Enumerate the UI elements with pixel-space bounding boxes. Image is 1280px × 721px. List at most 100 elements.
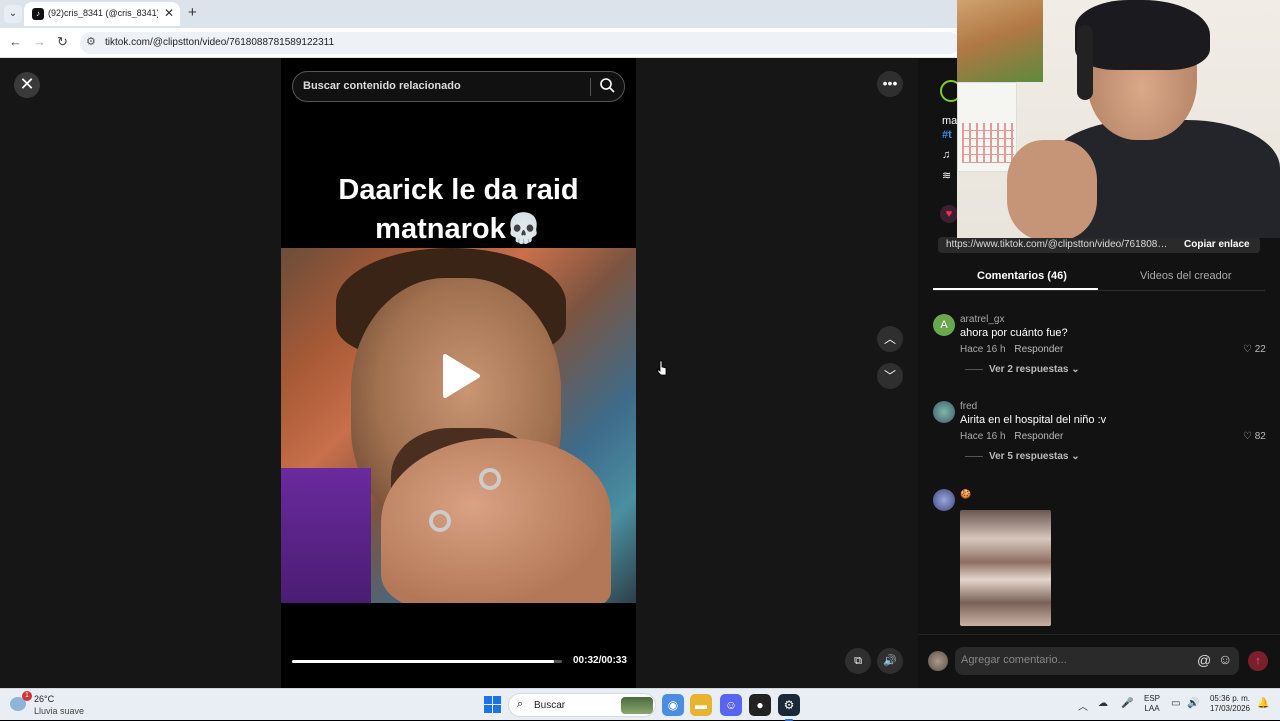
- webcam-overlay: [957, 0, 1280, 238]
- forward-icon[interactable]: →: [33, 34, 46, 49]
- user-avatar[interactable]: [928, 651, 948, 671]
- search-icon: ⌕: [517, 698, 524, 710]
- close-icon[interactable]: ✕: [14, 72, 40, 98]
- frame-hand: [381, 438, 611, 603]
- comment-image[interactable]: [960, 510, 1051, 626]
- frame-ring: [479, 468, 501, 490]
- effect-icon[interactable]: ≋: [942, 169, 951, 182]
- browser-tab[interactable]: ♪ (92)cris_8341 (@cris_8341) | Tik ✕: [24, 2, 180, 26]
- comment-username[interactable]: aratrel_gx: [960, 314, 1004, 325]
- weather-temperature[interactable]: 26°C: [34, 694, 54, 704]
- time-readout: 00:32/00:33: [573, 655, 627, 666]
- comment-time: Hace 16 h: [960, 344, 1006, 355]
- tab-list-icon[interactable]: ⌄: [4, 5, 22, 23]
- notification-icon[interactable]: 🔔: [1257, 698, 1269, 709]
- video-player[interactable]: Buscar contenido relacionado Daarick le …: [281, 58, 636, 688]
- comment-meta: Hace 16 h Responder: [960, 344, 1063, 355]
- calendar-grid: [962, 123, 1014, 163]
- chevron-down-icon[interactable]: ﹀: [877, 363, 903, 389]
- reply-button[interactable]: Responder: [1014, 344, 1063, 355]
- site-info-icon[interactable]: ⚙: [86, 35, 96, 48]
- tray-cloud-icon[interactable]: ☁: [1098, 698, 1108, 709]
- comment-input[interactable]: Agregar comentario... @ ☺: [955, 647, 1239, 675]
- back-icon[interactable]: ←: [9, 34, 22, 49]
- comment-avatar[interactable]: [933, 489, 955, 511]
- tab-comments[interactable]: Comentarios (46): [977, 270, 1067, 282]
- tab-close-icon[interactable]: ✕: [164, 6, 174, 20]
- omnibox[interactable]: ⚙ tiktok.com/@clipstton/video/7618088781…: [80, 32, 960, 54]
- progress-bar[interactable]: [292, 660, 562, 663]
- comment-likes[interactable]: ♡ 22: [1243, 344, 1266, 355]
- tab-creator-videos[interactable]: Videos del creador: [1140, 270, 1232, 282]
- language-code: ESP: [1144, 694, 1161, 703]
- more-icon[interactable]: •••: [877, 71, 903, 97]
- chrome-icon[interactable]: ◉: [662, 694, 684, 716]
- play-icon[interactable]: [441, 353, 481, 399]
- volume-icon[interactable]: 🔊: [877, 648, 903, 674]
- video-frame[interactable]: [281, 248, 636, 603]
- volume-tray-icon[interactable]: 🔊: [1187, 698, 1199, 709]
- search-divider: [590, 78, 591, 96]
- view-replies-button[interactable]: Ver 2 respuestas ⌄: [965, 364, 1080, 375]
- caption-line-2: matnarok💀: [375, 213, 542, 245]
- comment-avatar[interactable]: [933, 401, 955, 423]
- comment-username[interactable]: fred: [960, 401, 977, 412]
- heart-icon[interactable]: ♥: [940, 205, 958, 223]
- comment-likes[interactable]: ♡ 82: [1243, 431, 1266, 442]
- weather-condition[interactable]: Lluvia suave: [34, 706, 84, 716]
- url-text[interactable]: tiktok.com/@clipstton/video/761808878158…: [105, 37, 334, 48]
- comment-text: Airita en el hospital del niño :v: [960, 414, 1107, 426]
- file-explorer-icon[interactable]: ▬: [690, 694, 712, 716]
- frame-ring: [429, 510, 451, 532]
- steam-icon[interactable]: ⚙: [778, 694, 800, 721]
- clock-date: 17/03/2026: [1209, 704, 1250, 713]
- reload-icon[interactable]: ↻: [57, 34, 68, 50]
- comment-avatar[interactable]: A: [933, 314, 955, 336]
- view-replies-label: Ver 5 respuestas: [989, 451, 1069, 462]
- language-indicator[interactable]: ESP LAA: [1144, 694, 1160, 714]
- mention-icon[interactable]: @: [1197, 652, 1211, 668]
- microphone-icon[interactable]: 🎤: [1121, 698, 1133, 709]
- windows-start-icon[interactable]: [484, 696, 501, 713]
- comment-placeholder: Agregar comentario...: [961, 654, 1067, 666]
- comment-text: ahora por cuánto fue?: [960, 327, 1068, 339]
- view-replies-label: Ver 2 respuestas: [989, 364, 1069, 375]
- wall-calendar: [957, 82, 1017, 172]
- search-icon[interactable]: [599, 77, 615, 93]
- description-fragment: ma: [942, 115, 958, 127]
- view-replies-button[interactable]: Ver 5 respuestas ⌄: [965, 451, 1080, 462]
- search-placeholder: Buscar contenido relacionado: [303, 80, 461, 92]
- reply-button[interactable]: Responder: [1014, 431, 1063, 442]
- replies-line: [965, 455, 983, 457]
- comment-composer: Agregar comentario... @ ☺ ↑: [918, 634, 1280, 688]
- taskbar-search[interactable]: ⌕ Buscar: [508, 693, 656, 717]
- progress-fill: [292, 660, 554, 663]
- pip-icon[interactable]: ⧉: [845, 648, 871, 674]
- tab-active-underline: [933, 288, 1098, 290]
- comment-username[interactable]: 🍪: [960, 489, 971, 500]
- headphones: [1077, 25, 1093, 100]
- related-search-input[interactable]: Buscar contenido relacionado: [292, 71, 625, 102]
- new-tab-button[interactable]: +: [188, 4, 197, 21]
- emoji-icon[interactable]: ☺: [1218, 651, 1232, 667]
- windows-taskbar: 1 26°C Lluvia suave ⌕ Buscar ◉ ▬ ☺ ● ⚙ ︿…: [0, 688, 1280, 721]
- comment-meta: Hace 16 h Responder: [960, 431, 1063, 442]
- hashtag-fragment[interactable]: #t: [942, 129, 952, 141]
- send-icon[interactable]: ↑: [1248, 651, 1268, 671]
- network-icon[interactable]: ▭: [1171, 698, 1180, 709]
- copy-link-button[interactable]: Copiar enlace: [1184, 239, 1250, 250]
- tiktok-favicon-icon: ♪: [32, 8, 44, 20]
- keyboard-layout: LAA: [1144, 704, 1160, 713]
- system-clock[interactable]: 05:36 p. m. 17/03/2026: [1208, 694, 1250, 714]
- notification-badge: 1: [22, 691, 32, 701]
- music-note-icon[interactable]: ♫: [942, 149, 950, 161]
- obs-icon[interactable]: ●: [749, 694, 771, 716]
- comment-time: Hace 16 h: [960, 431, 1006, 442]
- discord-icon[interactable]: ☺: [720, 694, 742, 716]
- wall-poster: [957, 0, 1043, 82]
- streamer-hair: [1075, 0, 1210, 70]
- tray-chevron-icon[interactable]: ︿: [1078, 698, 1088, 713]
- weather-icon[interactable]: 1: [10, 691, 32, 714]
- chevron-up-icon[interactable]: ︿: [877, 326, 903, 352]
- share-link[interactable]: https://www.tiktok.com/@clipstton/video/…: [946, 239, 1171, 250]
